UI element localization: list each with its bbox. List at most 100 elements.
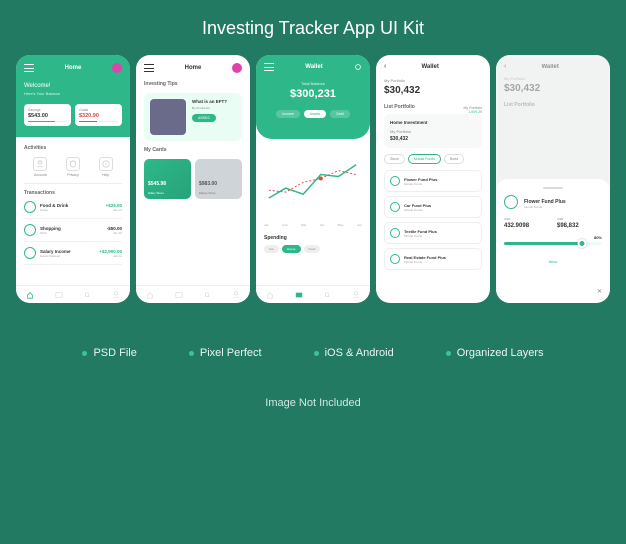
tip-image [150, 99, 186, 135]
alloc-label: Alloc [504, 259, 602, 264]
transaction-row[interactable]: Shopping2023 -$50.00Jan 10 [24, 219, 122, 242]
goals-card[interactable]: Goals $320.90 [75, 104, 122, 126]
home-investment-card[interactable]: Home Investment My Portfolio $30,432 [384, 114, 482, 148]
nav-home-icon[interactable] [146, 291, 154, 299]
fund-row[interactable]: Car Fund PlusMutual Funds [384, 196, 482, 218]
screen-title: Home [185, 65, 202, 71]
fund-row[interactable]: Real Estate Fund PlusMutual Funds [384, 248, 482, 270]
menu-icon[interactable] [264, 63, 274, 71]
feature-item: iOS & Android [314, 347, 394, 359]
spend-tab-food[interactable]: Food [304, 245, 321, 253]
slider-percent: 80% [594, 235, 602, 240]
activity-help[interactable]: ?Help [99, 157, 113, 177]
spending-title: Spending [264, 235, 362, 241]
nav-wallet-icon[interactable] [295, 291, 303, 299]
help-icon: ? [99, 157, 113, 171]
tab-assets[interactable]: Assets [304, 110, 327, 118]
col2-value: $98,832 [557, 223, 602, 229]
nav-profile-icon[interactable] [352, 291, 360, 299]
card-value: $545.98 [148, 181, 166, 187]
spend-tab-car[interactable]: Car [264, 245, 279, 253]
credit-card[interactable]: $983.00 Margo Sizes [195, 159, 242, 199]
fund-icon [390, 176, 400, 186]
portfolio-value: $30,432 [384, 85, 482, 96]
balance-label: Total Balance [264, 81, 362, 86]
settings-icon[interactable] [354, 63, 362, 71]
goals-value: $320.90 [79, 113, 118, 119]
savings-label: Savings [28, 108, 67, 112]
fund-row[interactable]: Flower Fund PlusMutual Funds [384, 170, 482, 192]
transaction-row[interactable]: Food & DrinkToday +$25.00Jan 12 [24, 196, 122, 219]
filter-stock[interactable]: Stock [384, 154, 405, 164]
sheet-handle[interactable] [543, 187, 563, 189]
col1-value: 432.9098 [504, 223, 549, 229]
card-name: Margo Sizes [199, 191, 216, 195]
welcome-text: Welcome! [24, 83, 122, 89]
fund-sub: Mutual Funds [524, 205, 566, 209]
avatar[interactable] [112, 63, 122, 73]
savings-value: $543.00 [28, 113, 67, 119]
menu-icon[interactable] [144, 64, 154, 72]
fund-icon [390, 254, 400, 264]
screen-home-tips: Home Investing Tips What is an EFT? By A… [136, 55, 250, 303]
menu-icon[interactable] [24, 64, 34, 72]
nav-wallet-icon[interactable] [175, 291, 183, 299]
tip-author: By Arnold tes [192, 106, 236, 110]
nav-bell-icon[interactable] [83, 291, 91, 299]
screen-title: Wallet [305, 64, 322, 70]
nav-home-icon[interactable] [26, 291, 34, 299]
tip-button[interactable]: ASSES [192, 114, 216, 122]
screen-title: Wallet [392, 64, 468, 70]
bottom-sheet: Flower Fund Plus Mutual Funds USD 432.90… [496, 179, 610, 303]
goals-label: Goals [79, 108, 118, 112]
fund-row[interactable]: Textile Fund PlusMutual Funds [384, 222, 482, 244]
spend-tab-house[interactable]: House [282, 245, 301, 253]
back-icon[interactable]: ‹ [504, 63, 506, 70]
screens-row: Home Welcome! Here's Your Balance Saving… [0, 55, 626, 303]
nav-profile-icon[interactable] [232, 291, 240, 299]
screen-home-dashboard: Home Welcome! Here's Your Balance Saving… [16, 55, 130, 303]
tip-card[interactable]: What is an EFT? By Arnold tes ASSES [144, 93, 242, 141]
transaction-row[interactable]: Salary IncomeEuras Palawan +$2,900.00Jan… [24, 242, 122, 265]
close-icon[interactable]: ✕ [597, 288, 602, 295]
portfolio-label: My Portfolio [384, 78, 482, 83]
nav-profile-icon[interactable] [112, 291, 120, 299]
bottom-nav [256, 285, 370, 303]
screen-wallet-chart: Wallet Total Balance $300,231 Income Ass… [256, 55, 370, 303]
bottom-nav [136, 285, 250, 303]
screen-wallet-portfolio: ‹ Wallet My Portfolio $30,432 My Portfol… [376, 55, 490, 303]
slider-thumb[interactable] [578, 239, 587, 248]
avatar[interactable] [232, 63, 242, 73]
screen-wallet-sheet: ‹ Wallet My Portfolio $30,432 List Portf… [496, 55, 610, 303]
home-inv-title: Home Investment [390, 120, 476, 125]
account-icon [33, 157, 47, 171]
svg-text:?: ? [105, 162, 108, 167]
nav-bell-icon[interactable] [323, 291, 331, 299]
fund-icon [390, 202, 400, 212]
line-chart [264, 151, 362, 219]
tab-income[interactable]: Income [276, 110, 299, 118]
savings-card[interactable]: Savings $543.00 [24, 104, 71, 126]
col2-label: USD [557, 217, 602, 221]
credit-card[interactable]: $545.98 Hilary Sizes [144, 159, 191, 199]
activity-privacy[interactable]: Privacy [66, 157, 80, 177]
salary-icon [24, 247, 36, 259]
bottom-nav [16, 285, 130, 303]
nav-bell-icon[interactable] [203, 291, 211, 299]
tip-question: What is an EFT? [192, 99, 236, 104]
tips-title: Investing Tips [136, 81, 250, 87]
filter-mutual[interactable]: Mutual Funds [408, 154, 441, 164]
tab-debt[interactable]: Debt [330, 110, 349, 118]
fund-icon [504, 195, 518, 209]
nav-home-icon[interactable] [266, 291, 274, 299]
screen-title: Wallet [512, 64, 588, 70]
screen-title: Home [65, 65, 82, 71]
nav-wallet-icon[interactable] [55, 291, 63, 299]
balance-value: $300,231 [264, 88, 362, 100]
back-icon[interactable]: ‹ [384, 63, 386, 70]
allocation-slider[interactable]: 80% [504, 237, 602, 251]
filter-bond[interactable]: Bond [444, 154, 464, 164]
activity-account[interactable]: Account [33, 157, 47, 177]
welcome-subtitle: Here's Your Balance [24, 91, 122, 96]
activities-title: Activities [24, 145, 122, 151]
